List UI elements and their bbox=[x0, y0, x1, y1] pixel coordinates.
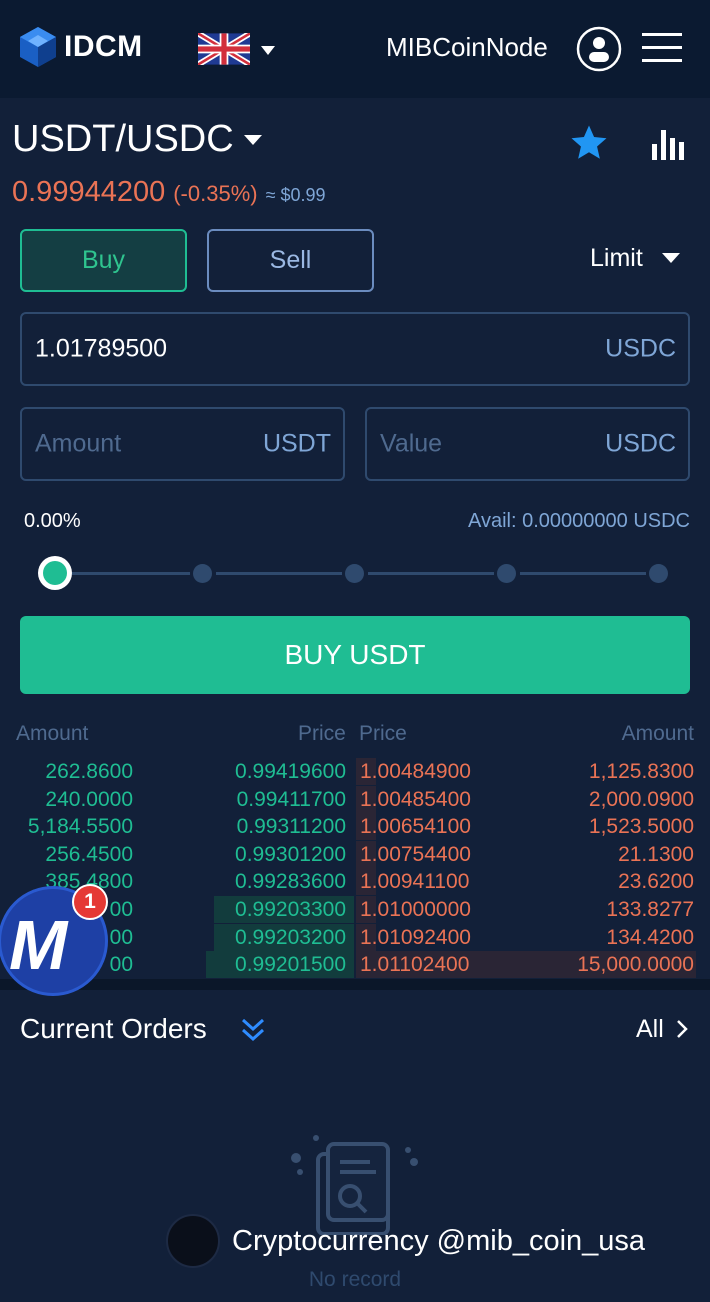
notification-count-badge[interactable]: 1 bbox=[72, 884, 108, 920]
orderbook-row[interactable]: 5,184.5500 0.99311200 1.00654100 1,523.5000 bbox=[0, 813, 710, 841]
ask-amount: 1,125.8300 bbox=[588, 760, 694, 783]
amount-field[interactable]: Amount USDT bbox=[20, 407, 345, 481]
bid-price: 0.99283600 bbox=[235, 870, 346, 894]
ask-price: 1.01092400 bbox=[360, 925, 471, 949]
price-unit: USDC bbox=[605, 334, 676, 363]
slider-stop-50[interactable] bbox=[345, 564, 364, 583]
language-dropdown-caret-icon[interactable] bbox=[261, 46, 275, 55]
uk-flag-icon[interactable] bbox=[198, 33, 250, 65]
bid-price-header: Price bbox=[298, 722, 346, 745]
watermark-avatar bbox=[166, 1214, 220, 1268]
ask-price: 1.01000000 bbox=[360, 898, 471, 921]
all-orders-link[interactable]: All bbox=[636, 1015, 689, 1044]
bid-amount-header: Amount bbox=[16, 722, 89, 745]
bid-price: 0.99203200 bbox=[235, 925, 346, 949]
ask-price-header: Price bbox=[359, 722, 407, 745]
orderbook-row[interactable]: 256.4500 0.99301200 1.00754400 21.1300 bbox=[0, 840, 710, 868]
ask-amount: 133.8277 bbox=[606, 898, 694, 921]
badge-letter: M bbox=[9, 906, 68, 984]
value-field[interactable]: Value USDC bbox=[365, 407, 690, 481]
slider-track-segment[interactable] bbox=[216, 572, 342, 575]
orderbook-row[interactable]: 00 0.99201500 1.01102400 15,000.0000 bbox=[0, 951, 710, 979]
available-balance: Avail: 0.00000000 USDC bbox=[468, 510, 690, 532]
ask-price: 1.00485400 bbox=[360, 787, 471, 811]
chevron-right-icon bbox=[676, 1020, 688, 1038]
price-row: 0.99944200 (-0.35%) ≈ $0.99 bbox=[12, 176, 326, 209]
order-type-select[interactable]: Limit bbox=[590, 244, 643, 273]
bid-amount: 00 bbox=[109, 898, 133, 921]
ask-price: 1.00654100 bbox=[360, 815, 471, 839]
brand-name: IDCM bbox=[64, 30, 143, 63]
value-input-placeholder[interactable]: Value bbox=[380, 430, 442, 459]
slider-stop-75[interactable] bbox=[497, 564, 516, 583]
usd-value: ≈ $0.99 bbox=[265, 185, 326, 205]
ask-price: 1.00484900 bbox=[360, 760, 471, 783]
ask-amount: 2,000.0900 bbox=[588, 787, 694, 811]
bid-amount: 00 bbox=[109, 925, 133, 949]
ask-amount: 15,000.0000 bbox=[577, 953, 694, 977]
bid-amount: 262.8600 bbox=[45, 760, 133, 783]
bid-price: 0.99311200 bbox=[236, 815, 346, 839]
sell-tab[interactable]: Sell bbox=[207, 229, 374, 292]
idcm-logo-icon bbox=[20, 27, 56, 67]
bid-amount: 240.0000 bbox=[45, 787, 133, 811]
buy-tab[interactable]: Buy bbox=[20, 229, 187, 292]
slider-track-segment[interactable] bbox=[520, 572, 646, 575]
current-orders-title: Current Orders bbox=[20, 1013, 207, 1044]
ask-price: 1.00754400 bbox=[360, 842, 471, 866]
price-change: (-0.35%) bbox=[173, 181, 258, 206]
pair-dropdown-caret-icon[interactable] bbox=[244, 135, 262, 145]
brand-logo[interactable]: IDCM bbox=[18, 26, 143, 68]
ask-price: 1.00941100 bbox=[360, 870, 470, 894]
slider-track-segment[interactable] bbox=[72, 572, 190, 575]
bid-price: 0.99201500 bbox=[235, 953, 346, 977]
ask-price: 1.01102400 bbox=[360, 953, 470, 977]
bid-price: 0.99419600 bbox=[235, 760, 346, 783]
value-unit: USDC bbox=[605, 429, 676, 458]
bid-amount: 00 bbox=[109, 953, 133, 977]
no-record-text: No record bbox=[308, 1268, 402, 1291]
user-icon[interactable] bbox=[576, 26, 622, 72]
price-field[interactable]: 1.01789500 USDC bbox=[20, 312, 690, 386]
percent-label: 0.00% bbox=[24, 510, 81, 532]
bid-amount: 5,184.5500 bbox=[27, 815, 133, 839]
ask-amount-header: Amount bbox=[621, 722, 694, 745]
slider-track-segment[interactable] bbox=[368, 572, 494, 575]
slider-handle[interactable] bbox=[38, 556, 72, 590]
price-input-value[interactable]: 1.01789500 bbox=[35, 335, 167, 364]
chart-icon[interactable] bbox=[650, 126, 686, 162]
menu-icon[interactable] bbox=[642, 32, 682, 64]
bid-amount: 256.4500 bbox=[45, 842, 133, 866]
watermark: Cryptocurrency @mib_coin_usa bbox=[166, 1214, 645, 1268]
slider-stop-25[interactable] bbox=[193, 564, 212, 583]
star-icon[interactable] bbox=[568, 122, 610, 164]
amount-input-placeholder[interactable]: Amount bbox=[35, 430, 121, 459]
last-price: 0.99944200 bbox=[12, 176, 166, 208]
ask-amount: 23.6200 bbox=[618, 870, 694, 894]
trading-pair[interactable]: USDT/USDC bbox=[12, 118, 234, 161]
buy-usdt-button[interactable]: BUY USDT bbox=[20, 616, 690, 694]
orderbook-row[interactable]: 385.4800 0.99283600 1.00941100 23.6200 bbox=[0, 868, 710, 896]
bid-price: 0.99411700 bbox=[236, 787, 346, 811]
orderbook-row[interactable]: 240.0000 0.99411700 1.00485400 2,000.0900 bbox=[0, 785, 710, 813]
section-divider bbox=[0, 979, 710, 990]
username[interactable]: MIBCoinNode bbox=[386, 32, 548, 63]
order-type-caret-icon[interactable] bbox=[662, 253, 680, 263]
ask-amount: 1,523.5000 bbox=[588, 815, 694, 839]
orderbook-row[interactable]: 262.8600 0.99419600 1.00484900 1,125.8300 bbox=[0, 758, 710, 785]
bid-price: 0.99301200 bbox=[235, 842, 346, 866]
watermark-text: Cryptocurrency @mib_coin_usa bbox=[232, 1224, 646, 1257]
ask-amount: 134.4200 bbox=[606, 925, 694, 949]
ask-amount: 21.1300 bbox=[618, 842, 694, 866]
bid-price: 0.99203300 bbox=[235, 898, 346, 921]
all-orders-label: All bbox=[636, 1015, 664, 1043]
slider-stop-100[interactable] bbox=[649, 564, 668, 583]
amount-unit: USDT bbox=[262, 429, 331, 458]
double-chevron-down-icon[interactable] bbox=[240, 1016, 266, 1044]
top-header: IDCM MIBCoinNode bbox=[0, 0, 710, 98]
